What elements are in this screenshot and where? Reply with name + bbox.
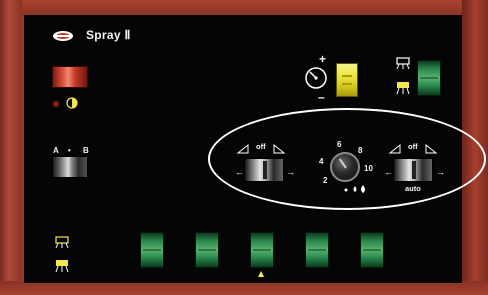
spray-head-icon: [396, 57, 410, 70]
bottom-spray-head-icon: [55, 236, 69, 249]
label-b: B: [83, 146, 89, 155]
scale-2: 2: [323, 176, 328, 185]
gauge-icon: [305, 67, 327, 89]
red-toggle-switch[interactable]: [52, 66, 88, 88]
left-rocker-arrow-left: ←: [235, 167, 244, 177]
section-switch-2[interactable]: [195, 232, 219, 268]
droplet-scale-icon: [344, 185, 365, 193]
section-switch-5[interactable]: [360, 232, 384, 268]
right-rocker-arrow-left: ←: [384, 167, 393, 177]
section-switch-3[interactable]: [250, 232, 274, 268]
scale-6: 6: [337, 140, 342, 149]
green-switch-top-right[interactable]: [417, 60, 441, 96]
left-rocker-arrow-right: →: [286, 167, 295, 177]
contrast-icon: [66, 97, 78, 109]
work-lamp-icon: [396, 82, 410, 95]
indicator-dot: [53, 101, 59, 107]
section-switch-1[interactable]: [140, 232, 164, 268]
yellow-adjust-switch[interactable]: [336, 63, 358, 97]
rate-control-knob[interactable]: [330, 152, 360, 182]
frame-bottom: [0, 281, 488, 295]
label-dot: •: [68, 146, 71, 155]
ab-selector-switch[interactable]: [52, 156, 88, 178]
left-rocker-off-label: off: [256, 142, 266, 151]
right-rocker-auto-label: auto: [405, 184, 421, 193]
frame-left: [0, 0, 22, 295]
section-switch-4[interactable]: [305, 232, 329, 268]
plus-label: +: [319, 52, 327, 66]
bottom-work-lamp-icon: [55, 260, 69, 273]
brand-title: Spray Ⅱ: [86, 28, 131, 42]
scale-4: 4: [319, 157, 324, 166]
scale-10: 10: [364, 164, 373, 173]
brand-logo-icon: [53, 31, 73, 41]
left-rocker-switch[interactable]: [244, 158, 284, 182]
right-rocker-off-label: off: [408, 142, 418, 151]
center-section-marker-icon: [258, 271, 264, 277]
frame-top: [0, 0, 488, 16]
scale-8: 8: [358, 146, 363, 155]
right-rocker-switch[interactable]: [393, 158, 433, 182]
right-rocker-arrow-right: →: [436, 167, 445, 177]
label-a: A: [53, 146, 59, 155]
minus-label: –: [318, 90, 325, 104]
